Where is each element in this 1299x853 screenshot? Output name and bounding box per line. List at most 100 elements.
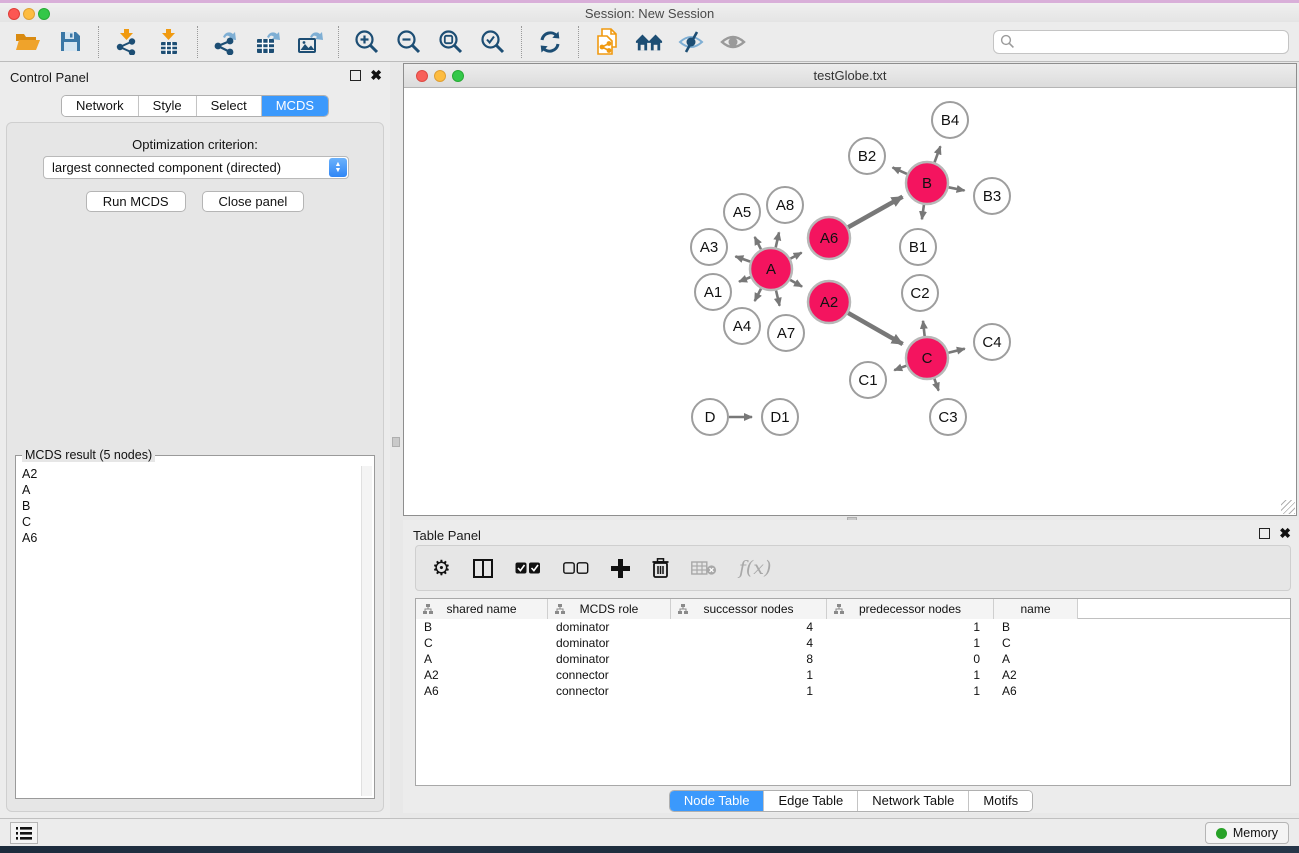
zoom-in-icon[interactable]	[353, 28, 381, 56]
graph-edge-A-A5[interactable]	[755, 237, 761, 249]
result-item[interactable]: B	[18, 498, 360, 514]
select-all-checkboxes-icon[interactable]	[515, 562, 541, 575]
column-header-shared-name[interactable]: shared name	[416, 599, 548, 619]
export-table-icon[interactable]	[254, 28, 282, 56]
table-cell[interactable]: A	[416, 652, 548, 666]
run-mcds-button[interactable]: Run MCDS	[86, 191, 186, 212]
table-cell[interactable]: 8	[671, 652, 827, 666]
graph-edge-A-A1[interactable]	[739, 277, 751, 282]
export-network-icon[interactable]	[212, 28, 240, 56]
hide-graphics-details-icon[interactable]	[677, 28, 705, 56]
table-cell[interactable]: connector	[548, 684, 671, 698]
result-list-scrollbar[interactable]	[361, 466, 372, 796]
graph-edge-A-A3[interactable]	[735, 256, 750, 261]
float-panel-icon[interactable]	[350, 70, 361, 81]
graph-edge-C-C4[interactable]	[948, 349, 964, 353]
graph-edge-B-B2[interactable]	[893, 167, 907, 173]
search-input[interactable]	[993, 30, 1289, 54]
table-cell[interactable]: C	[416, 636, 548, 650]
mcds-result-list[interactable]: A2ABCA6	[18, 466, 360, 796]
refresh-icon[interactable]	[536, 28, 564, 56]
deselect-all-checkboxes-icon[interactable]	[563, 562, 589, 575]
graph-edge-A-A6[interactable]	[790, 253, 801, 259]
tab-style[interactable]: Style	[139, 96, 197, 116]
zoom-selected-icon[interactable]	[479, 28, 507, 56]
node-table[interactable]: shared nameMCDS rolesuccessor nodesprede…	[415, 598, 1291, 786]
graph-edge-C-C2[interactable]	[923, 321, 925, 336]
column-header-name[interactable]: name	[994, 599, 1078, 619]
float-panel-icon[interactable]	[1259, 528, 1270, 539]
graph-edge-C-C3[interactable]	[934, 379, 938, 391]
table-cell[interactable]: dominator	[548, 652, 671, 666]
close-panel-button[interactable]: Close panel	[202, 191, 305, 212]
graph-edge-A6-B[interactable]	[848, 197, 902, 228]
table-cell[interactable]: 4	[671, 636, 827, 650]
network-canvas[interactable]: B4B2BB3A8A5A6A3B1AA1C2A2A4A7C4CC1DD1C3	[404, 88, 1296, 515]
result-item[interactable]: A2	[18, 466, 360, 482]
tab-network[interactable]: Network	[62, 96, 139, 116]
zoom-fit-icon[interactable]	[437, 28, 465, 56]
table-cell[interactable]: A6	[416, 684, 548, 698]
close-panel-icon[interactable]: ✖	[1279, 528, 1291, 539]
table-cell[interactable]: A2	[416, 668, 548, 682]
table-cell[interactable]: 1	[827, 636, 994, 650]
table-cell[interactable]: 1	[827, 668, 994, 682]
tab-motifs[interactable]: Motifs	[969, 791, 1032, 811]
tab-network-table[interactable]: Network Table	[858, 791, 969, 811]
result-item[interactable]: C	[18, 514, 360, 530]
graph-edge-C-C1[interactable]	[894, 366, 906, 371]
zoom-out-icon[interactable]	[395, 28, 423, 56]
delete-column-icon[interactable]	[652, 558, 669, 578]
table-row[interactable]: Cdominator41C	[416, 635, 1290, 651]
settings-gear-icon[interactable]: ⚙	[432, 558, 451, 578]
table-row[interactable]: Bdominator41B	[416, 619, 1290, 635]
vertical-split-divider[interactable]	[390, 62, 403, 818]
table-row[interactable]: A2connector11A2	[416, 667, 1290, 683]
close-panel-icon[interactable]: ✖	[370, 70, 382, 81]
criterion-dropdown[interactable]: largest connected component (directed) ▲…	[43, 156, 349, 179]
table-cell[interactable]: A6	[994, 684, 1078, 698]
table-cell[interactable]: A	[994, 652, 1078, 666]
table-cell[interactable]: A2	[994, 668, 1078, 682]
tab-edge-table[interactable]: Edge Table	[764, 791, 858, 811]
table-cell[interactable]: 1	[671, 684, 827, 698]
result-item[interactable]: A6	[18, 530, 360, 546]
table-row[interactable]: A6connector11A6	[416, 683, 1290, 699]
table-cell[interactable]: 0	[827, 652, 994, 666]
open-session-icon[interactable]	[14, 28, 42, 56]
home-view-icon[interactable]	[635, 28, 663, 56]
divider-collapse-handle[interactable]	[392, 437, 400, 447]
tab-mcds[interactable]: MCDS	[262, 96, 328, 116]
graph-edge-A-A2[interactable]	[790, 280, 802, 287]
table-cell[interactable]: dominator	[548, 620, 671, 634]
add-column-icon[interactable]	[611, 559, 630, 578]
import-network-icon[interactable]	[113, 28, 141, 56]
import-table-icon[interactable]	[155, 28, 183, 56]
table-cell[interactable]: dominator	[548, 636, 671, 650]
graph-edge-A-A7[interactable]	[776, 290, 780, 305]
columns-icon[interactable]	[473, 559, 493, 578]
table-cell[interactable]: C	[994, 636, 1078, 650]
tab-node-table[interactable]: Node Table	[670, 791, 765, 811]
graph-edge-B-B3[interactable]	[949, 187, 965, 190]
column-header-successor-nodes[interactable]: successor nodes	[671, 599, 827, 619]
memory-button[interactable]: Memory	[1205, 822, 1289, 844]
graph-edge-A-A8[interactable]	[776, 232, 779, 247]
column-header-predecessor-nodes[interactable]: predecessor nodes	[827, 599, 994, 619]
network-graph[interactable]: B4B2BB3A8A5A6A3B1AA1C2A2A4A7C4CC1DD1C3	[404, 88, 1296, 515]
table-cell[interactable]: B	[416, 620, 548, 634]
graph-edge-A2-C[interactable]	[848, 313, 903, 344]
task-history-button[interactable]	[10, 822, 38, 844]
graph-edge-B-B4[interactable]	[935, 146, 941, 162]
new-network-from-selection-icon[interactable]	[593, 28, 621, 56]
window-resize-grip[interactable]	[1281, 500, 1295, 514]
save-session-icon[interactable]	[56, 28, 84, 56]
function-builder-icon[interactable]: f(x)	[739, 557, 772, 579]
table-cell[interactable]: 1	[671, 668, 827, 682]
graph-edge-B-B1[interactable]	[922, 205, 924, 219]
table-cell[interactable]: connector	[548, 668, 671, 682]
table-cell[interactable]: 1	[827, 684, 994, 698]
birds-eye-view-icon[interactable]	[719, 28, 747, 56]
table-cell[interactable]: 1	[827, 620, 994, 634]
column-header-MCDS-role[interactable]: MCDS role	[548, 599, 671, 619]
